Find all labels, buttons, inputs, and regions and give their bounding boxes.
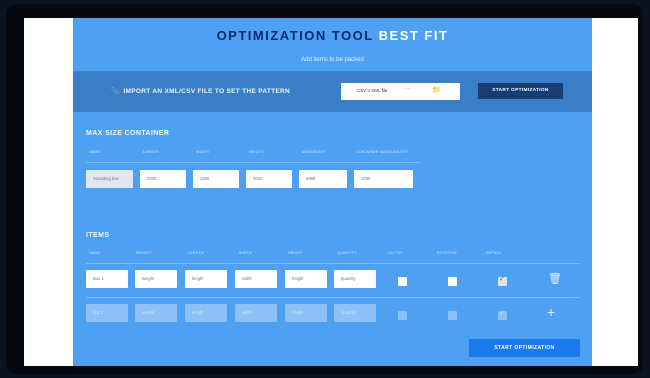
items-header-quantity: QUANTITY	[337, 251, 357, 255]
items-header-on-top: ON TOP	[388, 251, 403, 255]
item-row-2-length-input[interactable]: length	[185, 304, 227, 322]
container-name-value: Sounding box	[93, 176, 119, 181]
item-row-2-repack-checkbox[interactable]	[498, 309, 507, 320]
items-header-name: NAME	[89, 251, 101, 255]
item-row-1-on-top-checkbox[interactable]	[398, 277, 407, 286]
items-section-title: ITEMS	[86, 232, 110, 239]
item-row-1-height-input[interactable]: height	[285, 270, 327, 288]
item-row-2-weight: weight	[142, 310, 155, 315]
start-optimization-button[interactable]: START OPTIMIZATION	[469, 339, 580, 357]
container-maxquantity-value: 1000	[361, 176, 371, 181]
container-length-input[interactable]: 3000	[140, 170, 186, 188]
import-label-text: IMPORT AN XML/CSV FILE TO SET THE PATTER…	[123, 88, 291, 95]
file-input-value: CSV o XML file	[357, 88, 388, 93]
container-height-input[interactable]: 3000	[246, 170, 292, 188]
container-header-maxquantity: CONTAINER MAXQUANTITY	[356, 150, 409, 154]
item-row-2-width-input[interactable]: width	[235, 304, 277, 322]
import-label: 📎 IMPORT AN XML/CSV FILE TO SET THE PATTE…	[111, 87, 290, 95]
folder-icon[interactable]: 📁	[432, 86, 441, 94]
items-header-weight: WEIGHT	[136, 251, 152, 255]
container-divider	[86, 162, 420, 163]
items-header-repack: REPACK	[486, 251, 502, 255]
item-row-1-length-input[interactable]: length	[185, 270, 227, 288]
item-row-1-weight: weight	[142, 276, 155, 281]
paperclip-icon: 📎	[111, 88, 120, 95]
container-header-length: LENGTH	[143, 150, 159, 154]
item-row-1-name-input[interactable]: Box 1	[86, 270, 128, 288]
container-width-input[interactable]: 2000	[193, 170, 239, 188]
item-row-1-rotation-checkbox[interactable]	[448, 277, 457, 286]
container-header-height: HEIGTH	[249, 150, 264, 154]
item-row-1-weight-input[interactable]: weight	[135, 270, 177, 288]
item-row-1-name: Box 1	[93, 276, 104, 281]
item-row-2-length: length	[192, 310, 204, 315]
container-maxweight-input[interactable]: 9999	[299, 170, 347, 188]
item-row-2-weight-input[interactable]: weight	[135, 304, 177, 322]
items-header-length: LENGTH	[188, 251, 204, 255]
items-divider-top	[86, 263, 580, 264]
title-main: OPTIMIZATION TOOL	[216, 28, 374, 43]
container-maxquantity-input[interactable]: 1000	[354, 170, 413, 188]
container-maxweight-value: 9999	[306, 176, 316, 181]
title-accent: BEST FIT	[378, 28, 449, 43]
optimization-panel: OPTIMIZATION TOOL BEST FIT Add items to …	[73, 18, 592, 366]
container-height-value: 3000	[253, 176, 263, 181]
container-header-width: WIDTH	[196, 150, 209, 154]
items-header-rotation: ROTATION	[437, 251, 457, 255]
plus-icon[interactable]: +	[547, 305, 555, 319]
item-row-1-quantity: quantity	[341, 276, 356, 281]
trash-icon[interactable]: 🗑	[548, 274, 562, 285]
item-row-2-name-input[interactable]: box 1	[86, 304, 128, 322]
page-subtitle: Add items to be packed	[301, 57, 364, 63]
item-row-2-name: box 1	[93, 310, 104, 315]
container-section-title: MAX SIZE CONTAINER	[86, 130, 170, 137]
item-row-2-quantity: quantity	[341, 310, 356, 315]
item-row-1-width: width	[242, 276, 252, 281]
items-divider-row	[86, 297, 580, 298]
container-header-maxweight: MAXWEIGHT	[302, 150, 326, 154]
item-row-1-repack-checkbox[interactable]	[498, 275, 507, 286]
item-row-2-on-top-checkbox[interactable]	[398, 311, 407, 320]
page-title: OPTIMIZATION TOOL BEST FIT	[73, 28, 592, 43]
item-row-2-quantity-input[interactable]: quantity	[334, 304, 376, 322]
item-row-2-height: height	[292, 310, 304, 315]
item-row-1-width-input[interactable]: width	[235, 270, 277, 288]
item-row-2-height-input[interactable]: height	[285, 304, 327, 322]
import-bar: 📎 IMPORT AN XML/CSV FILE TO SET THE PATTE…	[73, 71, 592, 112]
start-optimization-button-top[interactable]: START OPTIMIZATION	[478, 83, 563, 99]
item-row-2-rotation-checkbox[interactable]	[448, 311, 457, 320]
app-screen: OPTIMIZATION TOOL BEST FIT Add items to …	[24, 18, 638, 366]
items-header-height: HEIGHT	[288, 251, 303, 255]
item-row-1-quantity-input[interactable]: quantity	[334, 270, 376, 288]
container-width-value: 2000	[200, 176, 210, 181]
item-row-1-length: length	[192, 276, 204, 281]
item-row-2-width: width	[242, 310, 252, 315]
items-header-width: WIDTH	[239, 251, 252, 255]
file-browse-dots[interactable]: ···	[404, 86, 410, 92]
container-name-input[interactable]: Sounding box	[86, 170, 133, 188]
file-input[interactable]: CSV o XML file ··· 📁	[341, 83, 460, 100]
container-length-value: 3000	[147, 176, 157, 181]
container-header-name: NAME	[89, 150, 101, 154]
item-row-1-height: height	[292, 276, 304, 281]
device-frame: OPTIMIZATION TOOL BEST FIT Add items to …	[6, 4, 643, 374]
